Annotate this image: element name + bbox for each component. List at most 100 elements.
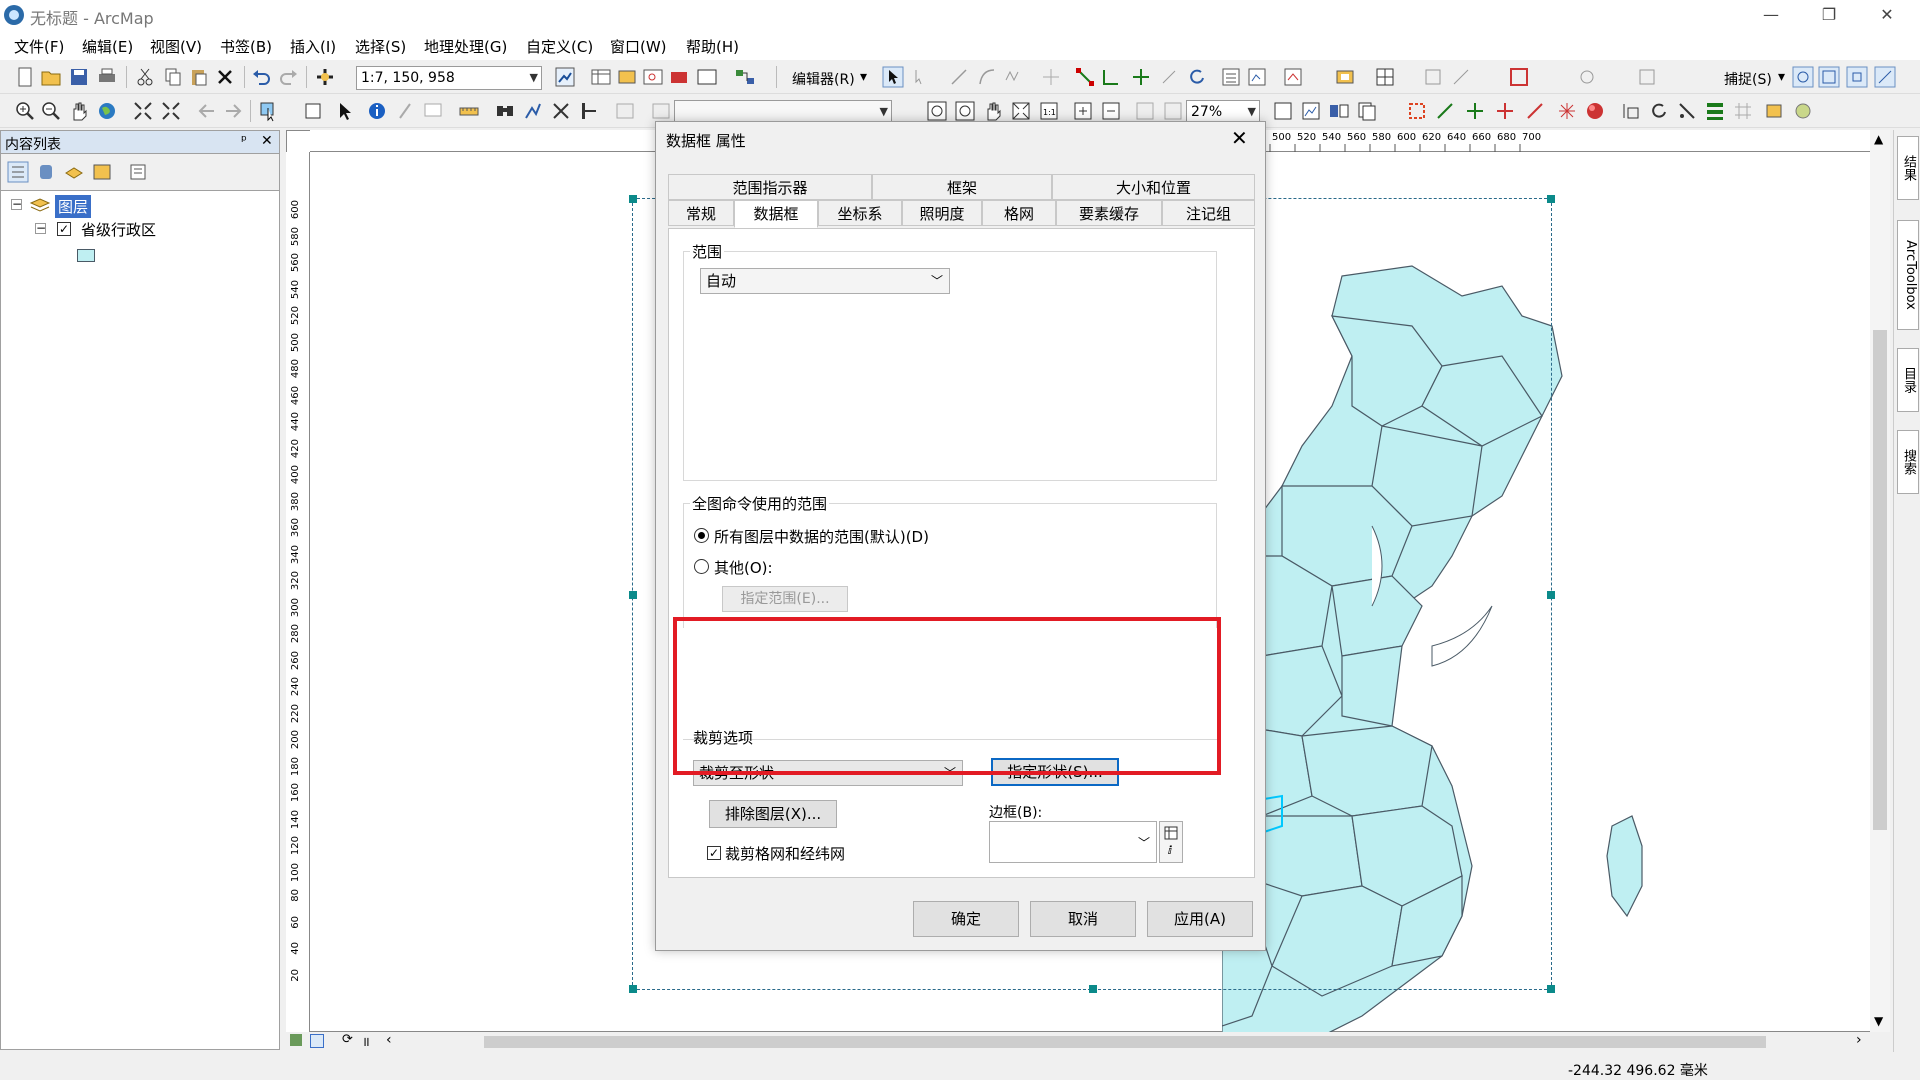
tab-extent-indicators[interactable]: 范围指示器 — [668, 174, 872, 200]
layout-pan-icon[interactable] — [982, 100, 1004, 122]
select-features-icon[interactable] — [258, 100, 280, 122]
resize-handle[interactable] — [629, 985, 637, 993]
close-window-button[interactable]: ✕ — [1864, 2, 1910, 28]
rotate-icon[interactable] — [1186, 66, 1208, 88]
copy-icon[interactable] — [162, 66, 184, 88]
fixed-zoom-out-icon[interactable] — [160, 100, 182, 122]
layout-view-button[interactable] — [290, 1034, 302, 1046]
resize-handle[interactable] — [1547, 591, 1555, 599]
layout-zoom-out-icon[interactable] — [954, 100, 976, 122]
scroll-right-icon[interactable]: › — [1856, 1032, 1862, 1048]
edge-snapping-icon[interactable] — [1874, 66, 1896, 88]
python-icon[interactable] — [696, 66, 718, 88]
end-snapping-icon[interactable] — [1818, 66, 1840, 88]
find-route-icon[interactable] — [522, 100, 544, 122]
undo-icon[interactable] — [250, 66, 272, 88]
draw-curve-icon[interactable] — [1494, 100, 1516, 122]
dock-tab-catalog[interactable]: 目录 — [1897, 348, 1919, 412]
list-by-drawing-order-icon[interactable] — [7, 161, 29, 183]
georeferencing-icon[interactable] — [1764, 100, 1786, 122]
vertical-scrollbar[interactable]: ▲ ▼ — [1870, 130, 1890, 1032]
topology-edit-icon[interactable] — [1450, 66, 1472, 88]
edit-tool-icon[interactable] — [882, 66, 904, 88]
ok-button[interactable]: 确定 — [913, 901, 1019, 937]
draw-line-icon[interactable] — [1434, 100, 1456, 122]
layer-name[interactable]: 省级行政区 — [81, 219, 156, 240]
search-window-icon[interactable] — [642, 66, 664, 88]
resize-handle[interactable] — [1547, 985, 1555, 993]
network-icon[interactable] — [1576, 66, 1598, 88]
tab-illumination[interactable]: 照明度 — [902, 200, 982, 226]
resize-handle[interactable] — [1547, 195, 1555, 203]
zoom-whole-page-icon[interactable] — [1010, 100, 1032, 122]
globe-3d-icon[interactable] — [1584, 100, 1606, 122]
hyperlink-icon[interactable] — [394, 100, 416, 122]
horizontal-scrollbar[interactable]: ⟳ ॥ ‹ › — [286, 1032, 1890, 1052]
extent-mode-select[interactable]: 自动 ﹀ — [700, 268, 950, 294]
focus-dataframe-icon[interactable] — [1300, 100, 1322, 122]
grid-icon[interactable] — [1732, 100, 1754, 122]
menu-file[interactable]: 文件(F) — [14, 36, 64, 57]
menu-windows[interactable]: 窗口(W) — [610, 36, 667, 57]
toggle-draft-icon[interactable] — [1272, 100, 1294, 122]
straight-segment-icon[interactable] — [948, 66, 970, 88]
select-elements-icon[interactable] — [334, 100, 356, 122]
radio-all-layers-extent[interactable] — [694, 528, 709, 543]
split-icon[interactable] — [1158, 66, 1180, 88]
layout-tools-icon[interactable] — [1334, 66, 1356, 88]
layer-visibility-checkbox[interactable]: ✓ — [57, 222, 71, 236]
edit-annotation-icon[interactable] — [910, 66, 932, 88]
identify-icon[interactable] — [366, 100, 388, 122]
cut-icon[interactable] — [134, 66, 156, 88]
full-extent-icon[interactable] — [96, 100, 118, 122]
vertical-scroll-thumb[interactable] — [1873, 330, 1887, 830]
fixed-zoom-in-icon[interactable] — [132, 100, 154, 122]
dock-tab-results[interactable]: 结果 — [1897, 136, 1919, 200]
attributes-icon[interactable] — [1220, 66, 1242, 88]
cancel-button[interactable]: 取消 — [1030, 901, 1136, 937]
zoom-out-icon[interactable] — [40, 100, 62, 122]
dataframe-tools-icon[interactable] — [650, 100, 672, 122]
trace-icon[interactable] — [1002, 66, 1024, 88]
border-dropdown-icon[interactable]: ﹀ — [1138, 834, 1150, 851]
tab-size-position[interactable]: 大小和位置 — [1052, 174, 1255, 200]
radio-other-extent[interactable] — [694, 559, 709, 574]
dock-tab-arctoolbox[interactable]: ArcToolbox — [1897, 220, 1919, 330]
minimize-button[interactable]: — — [1748, 2, 1794, 28]
catalog-icon[interactable] — [616, 66, 638, 88]
menu-customize[interactable]: 自定义(C) — [526, 36, 593, 57]
exclude-layers-button[interactable]: 排除图层(X)... — [709, 800, 837, 828]
delete-icon[interactable] — [214, 66, 236, 88]
dialog-close-icon[interactable]: ✕ — [1231, 126, 1248, 150]
editor-toolbar-icon[interactable] — [554, 66, 576, 88]
vertex-snapping-icon[interactable] — [1846, 66, 1868, 88]
menu-bookmarks[interactable]: 书签(B) — [220, 36, 272, 57]
scroll-up-icon[interactable]: ▲ — [1874, 132, 1883, 146]
tab-feature-cache[interactable]: 要素缓存 — [1056, 200, 1162, 226]
data-view-button[interactable] — [310, 1034, 324, 1048]
forward-extent-icon[interactable] — [222, 100, 244, 122]
change-layout-icon[interactable] — [1328, 100, 1350, 122]
clear-selection-icon[interactable] — [302, 100, 324, 122]
reshape-icon[interactable] — [1100, 66, 1122, 88]
resize-handle[interactable] — [629, 195, 637, 203]
menu-selection[interactable]: 选择(S) — [355, 36, 406, 57]
menu-edit[interactable]: 编辑(E) — [82, 36, 133, 57]
align-icon[interactable] — [1676, 100, 1698, 122]
redo-icon[interactable] — [278, 66, 300, 88]
map-scale-combo[interactable]: 1:7, 150, 958 ▼ — [356, 66, 542, 90]
create-viewer-icon[interactable] — [614, 100, 636, 122]
refresh-icon[interactable]: ⟳ — [342, 1032, 353, 1047]
layers-root-label[interactable]: 图层 — [55, 195, 92, 218]
tab-frame[interactable]: 框架 — [872, 174, 1052, 200]
draw-freehand-icon[interactable] — [1524, 100, 1546, 122]
pause-drawing-icon[interactable]: ॥ — [362, 1032, 370, 1050]
topology-icon[interactable] — [1422, 66, 1444, 88]
point-icon[interactable] — [1040, 66, 1062, 88]
pan-icon[interactable] — [68, 100, 90, 122]
border-properties-button[interactable]: ⅈ — [1159, 821, 1183, 863]
tab-coordinate-system[interactable]: 坐标系 — [818, 200, 902, 226]
list-by-source-icon[interactable] — [35, 161, 57, 183]
create-features-icon[interactable] — [1282, 66, 1304, 88]
scroll-left-icon[interactable]: ‹ — [386, 1032, 392, 1048]
